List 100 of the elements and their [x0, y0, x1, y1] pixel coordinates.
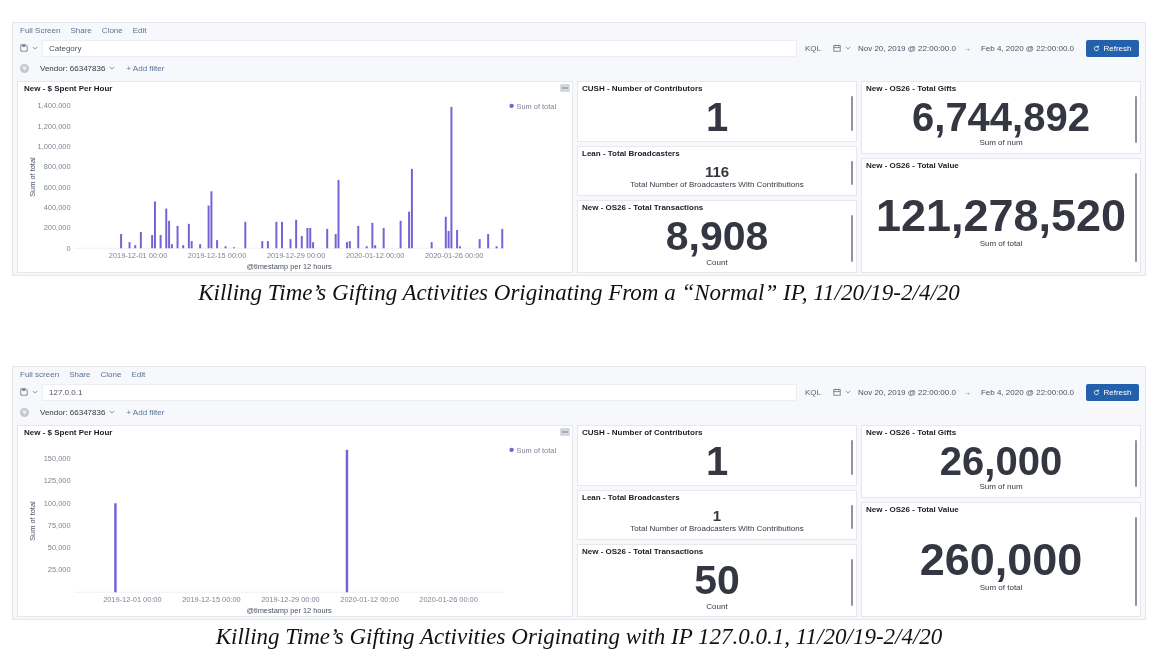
start-date-button[interactable]: Nov 20, 2019 @ 22:00:00.0: [857, 43, 956, 53]
scrollbar[interactable]: [851, 558, 853, 606]
panel-menu-icon[interactable]: [560, 84, 570, 92]
bar: [501, 228, 504, 249]
end-date-button[interactable]: Feb 4, 2020 @ 22:00:00.0: [980, 43, 1074, 53]
scrollbar[interactable]: [851, 161, 853, 185]
scrollbar[interactable]: [1135, 516, 1137, 606]
calendar-icon[interactable]: [832, 388, 841, 396]
filter-menu-icon[interactable]: [20, 63, 29, 73]
bar: [176, 225, 179, 249]
bar: [295, 219, 298, 249]
bar: [261, 241, 264, 249]
caret-icon: [109, 410, 116, 414]
bar: [300, 236, 303, 249]
bar: [266, 241, 269, 249]
bar: [326, 228, 329, 249]
metric-value: 26,000: [939, 441, 1063, 482]
caret-icon: [109, 66, 116, 70]
scrollbar[interactable]: [1135, 96, 1137, 143]
figure-caption: Killing Time’s Gifting Activities Originating with IP 127.0.0.1, 11/20/19-2/4/20: [214, 624, 944, 650]
bar: [224, 246, 227, 249]
bar: [487, 234, 490, 249]
range-arrow: →: [962, 43, 971, 53]
top-nav-link[interactable]: Full Screen: [20, 25, 61, 35]
caret-icon[interactable]: [32, 390, 38, 394]
bar: [134, 245, 137, 249]
bar: [139, 232, 142, 249]
calendar-icon[interactable]: [832, 44, 841, 52]
bar: [128, 242, 131, 249]
scrollbar[interactable]: [1135, 172, 1137, 262]
bar: [478, 239, 481, 249]
bar: [199, 244, 202, 249]
caret-icon[interactable]: [844, 46, 851, 50]
top-nav-link[interactable]: Share: [70, 25, 92, 35]
metric-label: Sum of total: [979, 238, 1023, 248]
bar: [216, 240, 219, 249]
panel-menu-icon[interactable]: [560, 428, 570, 436]
top-nav-link[interactable]: Edit: [131, 369, 146, 379]
metric-label: Count: [706, 601, 728, 611]
scrollbar[interactable]: [1135, 440, 1137, 487]
top-nav-link[interactable]: Clone: [100, 369, 122, 379]
add-filter-link[interactable]: + Add filter: [126, 63, 165, 73]
metric-value: 1: [705, 440, 729, 481]
panel-title: New - OS26 - Total Gifts: [866, 84, 957, 94]
range-arrow: →: [962, 387, 971, 397]
caret-icon[interactable]: [844, 390, 851, 394]
panel-title: New - OS26 - Total Value: [866, 504, 959, 515]
metric-label: Sum of num: [979, 482, 1023, 492]
query-field[interactable]: Category: [42, 39, 797, 57]
top-nav-link[interactable]: Share: [69, 369, 91, 379]
filter-pill[interactable]: Vendor: 66347836: [37, 61, 119, 75]
metric-label: Count: [706, 257, 728, 267]
filter-menu-icon[interactable]: [20, 407, 29, 417]
metric-value: 8,908: [665, 215, 769, 257]
bar: [430, 242, 433, 249]
refresh-button[interactable]: Refresh: [1086, 383, 1139, 401]
panel-title: New - OS26 - Total Gifts: [866, 428, 957, 438]
panel-title: Lean - Total Broadcasters: [582, 493, 680, 504]
panel-title: New - $ Spent Per Hour: [24, 84, 113, 94]
metric-label: Total Number of Broadcasters With Contributions: [630, 179, 804, 189]
filter-pill[interactable]: Vendor: 66347836: [37, 405, 119, 419]
scrollbar[interactable]: [851, 96, 853, 132]
caret-icon[interactable]: [32, 46, 38, 50]
panel-title: New - OS26 - Total Transactions: [582, 202, 704, 213]
add-filter-link[interactable]: + Add filter: [126, 407, 165, 417]
metric-label: Sum of total: [979, 582, 1023, 592]
metric-value: 121,278,520: [875, 192, 1127, 238]
top-nav-link[interactable]: Edit: [132, 25, 147, 35]
bar: [399, 220, 402, 249]
metric-value: 116: [704, 163, 730, 179]
scrollbar[interactable]: [851, 505, 853, 529]
metric-value: 1: [712, 507, 722, 523]
top-nav-link[interactable]: Clone: [101, 25, 123, 35]
end-date-button[interactable]: Feb 4, 2020 @ 22:00:00.0: [980, 387, 1074, 397]
query-field[interactable]: 127.0.0.1: [42, 383, 797, 401]
panel-title: New - $ Spent Per Hour: [24, 428, 113, 438]
query-language-button[interactable]: KQL: [804, 43, 821, 53]
scrollbar[interactable]: [851, 214, 853, 262]
bar: [495, 246, 498, 249]
metric-value: 6,744,892: [912, 97, 1090, 138]
metric-label: Total Number of Broadcasters With Contributions: [630, 523, 804, 533]
legend-marker-icon: [509, 447, 514, 453]
refresh-icon: [1093, 388, 1101, 396]
bar: [120, 234, 123, 249]
panel-title: CUSH - Number of Contributors: [582, 84, 703, 94]
panel-title: CUSH - Number of Contributors: [582, 428, 703, 438]
panel-title: New - OS26 - Total Value: [866, 160, 959, 171]
bar: [382, 227, 385, 249]
bar: [357, 225, 360, 249]
metric-value: 1: [705, 96, 729, 137]
panel-title: New - OS26 - Total Transactions: [582, 546, 704, 557]
refresh-button[interactable]: Refresh: [1086, 39, 1139, 57]
bar: [159, 235, 162, 249]
query-language-button[interactable]: KQL: [804, 387, 821, 397]
start-date-button[interactable]: Nov 20, 2019 @ 22:00:00.0: [857, 387, 956, 397]
scrollbar[interactable]: [851, 440, 853, 476]
bar: [289, 239, 292, 249]
top-nav-link[interactable]: Full screen: [20, 369, 60, 379]
metric-value: 260,000: [919, 536, 1083, 582]
refresh-icon: [1093, 44, 1101, 52]
